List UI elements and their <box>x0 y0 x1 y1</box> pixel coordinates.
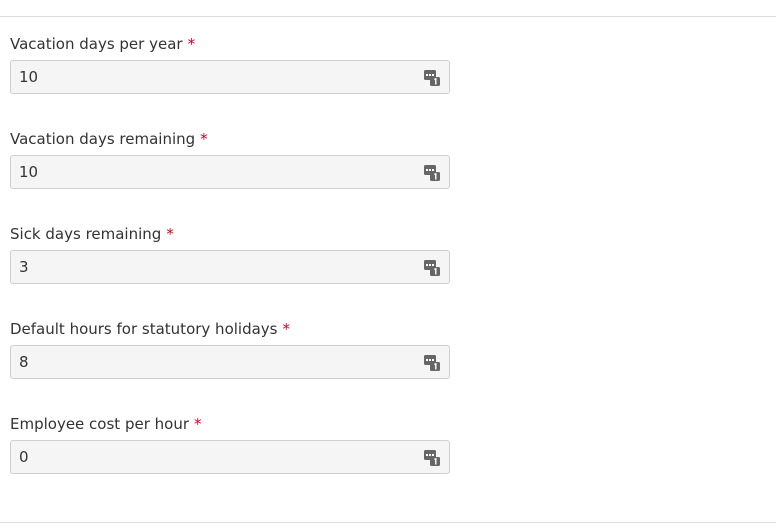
input-value: 3 <box>19 258 29 276</box>
vacation-days-per-year-input[interactable]: 10 <box>10 60 450 94</box>
required-asterisk: * <box>166 225 174 243</box>
input-value: 10 <box>19 68 39 86</box>
required-asterisk: * <box>200 130 208 148</box>
required-asterisk: * <box>187 35 196 53</box>
field-label: Sick days remaining * <box>10 224 450 244</box>
employee-cost-per-hour-field: Employee cost per hour * 0 <box>10 414 450 474</box>
numeric-keypad-icon[interactable] <box>423 69 441 87</box>
sick-days-remaining-input[interactable]: 3 <box>10 250 450 284</box>
input-value: 0 <box>19 448 29 466</box>
field-label-text: Vacation days per year <box>10 35 183 53</box>
field-label: Vacation days per year * <box>10 34 450 54</box>
numeric-keypad-icon[interactable] <box>423 164 441 182</box>
default-hours-statutory-holidays-field: Default hours for statutory holidays * 8 <box>10 319 450 379</box>
field-label-text: Vacation days remaining <box>10 130 196 148</box>
required-asterisk: * <box>194 415 202 433</box>
required-asterisk: * <box>282 320 290 338</box>
sick-days-remaining-field: Sick days remaining * 3 <box>10 224 450 284</box>
numeric-keypad-icon[interactable] <box>423 259 441 277</box>
field-label-text: Employee cost per hour <box>10 415 189 433</box>
bottom-divider <box>0 522 776 523</box>
input-value: 10 <box>19 163 39 181</box>
field-label: Vacation days remaining * <box>10 129 450 149</box>
vacation-days-per-year-field: Vacation days per year * 10 <box>10 34 450 94</box>
employee-cost-per-hour-input[interactable]: 0 <box>10 440 450 474</box>
employee-settings-form: Vacation days per year * 10 Vacation days… <box>0 0 776 532</box>
vacation-days-remaining-input[interactable]: 10 <box>10 155 450 189</box>
numeric-keypad-icon[interactable] <box>423 354 441 372</box>
field-label-text: Sick days remaining <box>10 225 162 243</box>
numeric-keypad-icon[interactable] <box>423 449 441 467</box>
default-hours-statutory-holidays-input[interactable]: 8 <box>10 345 450 379</box>
field-label-text: Default hours for statutory holidays <box>10 320 278 338</box>
vacation-days-remaining-field: Vacation days remaining * 10 <box>10 129 450 189</box>
field-label: Employee cost per hour * <box>10 414 450 434</box>
top-divider <box>0 16 776 17</box>
field-label: Default hours for statutory holidays * <box>10 319 450 339</box>
input-value: 8 <box>19 353 29 371</box>
